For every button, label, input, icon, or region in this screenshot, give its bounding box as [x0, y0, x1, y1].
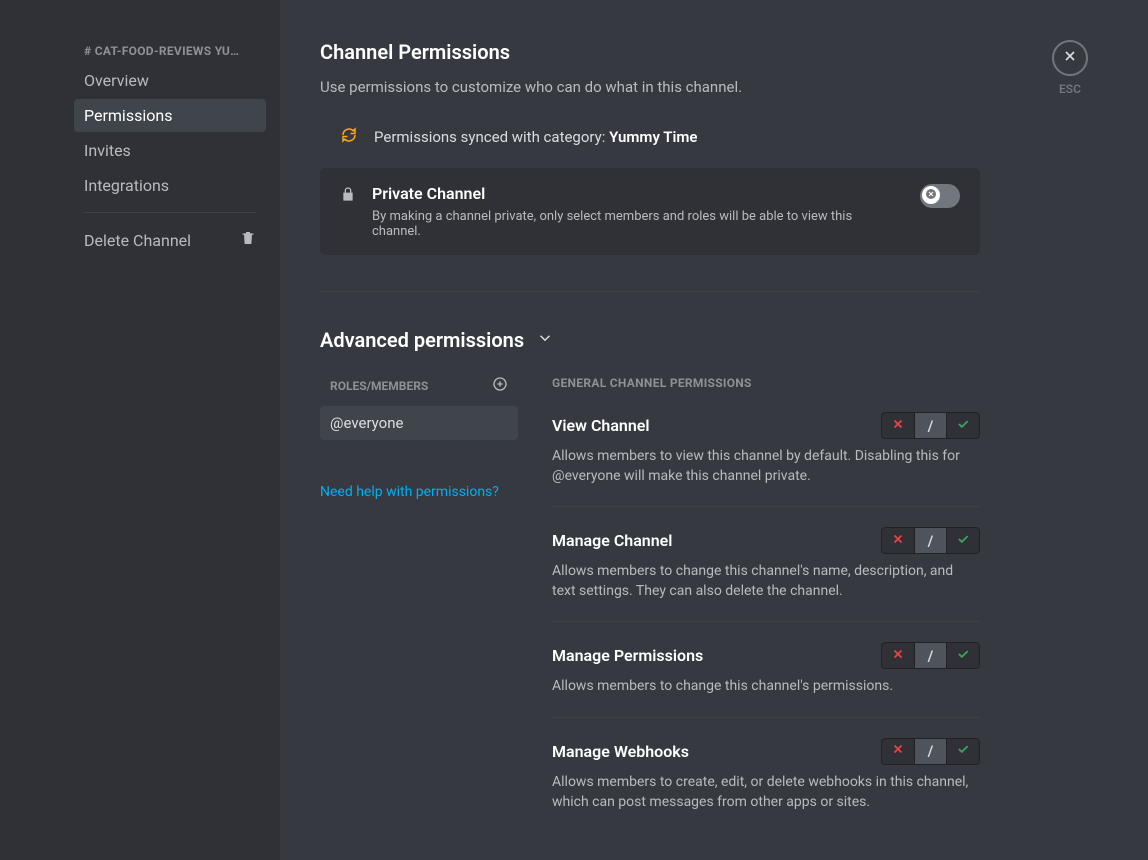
add-role-button[interactable] — [492, 376, 508, 396]
private-channel-desc: By making a channel private, only select… — [372, 209, 904, 239]
permission-deny-button[interactable] — [881, 412, 914, 439]
sidebar-item-overview[interactable]: Overview — [74, 64, 266, 97]
close-area: ESC — [1052, 40, 1088, 96]
permission-tri-toggle: / — [881, 412, 980, 439]
page-title: Channel Permissions — [320, 40, 980, 64]
permission-deny-button[interactable] — [881, 527, 914, 554]
roles-column: ROLES/MEMBERS @everyone Need help with p… — [320, 376, 518, 832]
slash-icon: / — [928, 532, 934, 550]
permission-tri-toggle: / — [881, 527, 980, 554]
close-icon — [1062, 48, 1078, 68]
permission-passthrough-button[interactable]: / — [914, 412, 947, 439]
permission-deny-button[interactable] — [881, 642, 914, 669]
check-icon — [956, 417, 970, 435]
sidebar-channel-heading: # CAT-FOOD-REVIEWS YU… — [74, 40, 266, 64]
permission-group-label: GENERAL CHANNEL PERMISSIONS — [552, 376, 980, 390]
sidebar-item-delete-channel[interactable]: Delete Channel — [74, 223, 266, 257]
permission-row-view-channel: View Channel / Allows members to view th… — [552, 412, 980, 507]
sidebar-item-invites[interactable]: Invites — [74, 134, 266, 167]
private-channel-toggle[interactable] — [920, 184, 960, 208]
permission-passthrough-button[interactable]: / — [914, 527, 947, 554]
permission-desc: Allows members to change this channel's … — [552, 677, 980, 697]
permission-passthrough-button[interactable]: / — [914, 738, 947, 765]
permission-title: Manage Channel — [552, 531, 672, 550]
trash-icon — [240, 230, 256, 250]
permission-title: Manage Permissions — [552, 646, 703, 665]
x-icon — [891, 647, 905, 665]
permission-allow-button[interactable] — [947, 527, 980, 554]
sidebar-item-integrations[interactable]: Integrations — [74, 169, 266, 202]
permission-tri-toggle: / — [881, 642, 980, 669]
permission-row-manage-channel: Manage Channel / Allows members to chang… — [552, 527, 980, 622]
sync-category: Yummy Time — [609, 128, 697, 146]
section-divider — [320, 291, 980, 292]
permissions-column: GENERAL CHANNEL PERMISSIONS View Channel… — [552, 376, 980, 832]
lock-icon — [340, 186, 356, 206]
permission-row-manage-permissions: Manage Permissions / Allows members to c… — [552, 642, 980, 718]
sync-icon — [340, 126, 358, 148]
sidebar-divider — [84, 212, 256, 213]
close-button[interactable] — [1052, 40, 1088, 76]
roles-members-heading: ROLES/MEMBERS — [330, 379, 428, 393]
slash-icon: / — [928, 742, 934, 760]
sync-prefix: Permissions synced with category: — [374, 128, 609, 146]
permission-row-manage-webhooks: Manage Webhooks / Allows members to crea… — [552, 738, 980, 832]
esc-label: ESC — [1052, 82, 1088, 96]
private-channel-card: Private Channel By making a channel priv… — [320, 168, 980, 255]
advanced-permissions-toggle[interactable]: Advanced permissions — [320, 328, 980, 352]
permission-title: Manage Webhooks — [552, 742, 689, 761]
slash-icon: / — [928, 647, 934, 665]
role-item-everyone[interactable]: @everyone — [320, 406, 518, 440]
check-icon — [956, 532, 970, 550]
permission-title: View Channel — [552, 416, 650, 435]
main-content: ESC Channel Permissions Use permissions … — [280, 0, 1148, 860]
x-icon — [891, 417, 905, 435]
permission-desc: Allows members to view this channel by d… — [552, 447, 980, 486]
permission-allow-button[interactable] — [947, 642, 980, 669]
permission-passthrough-button[interactable]: / — [914, 642, 947, 669]
permission-desc: Allows members to change this channel's … — [552, 562, 980, 601]
advanced-permissions-title: Advanced permissions — [320, 328, 524, 352]
permission-deny-button[interactable] — [881, 738, 914, 765]
sidebar-item-permissions[interactable]: Permissions — [74, 99, 266, 132]
permissions-help-link[interactable]: Need help with permissions? — [320, 484, 518, 500]
private-channel-title: Private Channel — [372, 184, 904, 203]
chevron-down-icon — [536, 329, 554, 351]
permission-allow-button[interactable] — [947, 412, 980, 439]
toggle-off-icon — [925, 186, 937, 204]
delete-channel-label: Delete Channel — [84, 231, 191, 250]
permission-allow-button[interactable] — [947, 738, 980, 765]
page-subtitle: Use permissions to customize who can do … — [320, 78, 980, 96]
check-icon — [956, 647, 970, 665]
x-icon — [891, 742, 905, 760]
settings-sidebar: # CAT-FOOD-REVIEWS YU… Overview Permissi… — [0, 0, 280, 860]
sync-row: Permissions synced with category: Yummy … — [320, 126, 980, 148]
slash-icon: / — [928, 417, 934, 435]
check-icon — [956, 742, 970, 760]
sync-text: Permissions synced with category: Yummy … — [374, 128, 697, 146]
permission-desc: Allows members to create, edit, or delet… — [552, 773, 980, 812]
x-icon — [891, 532, 905, 550]
permission-tri-toggle: / — [881, 738, 980, 765]
